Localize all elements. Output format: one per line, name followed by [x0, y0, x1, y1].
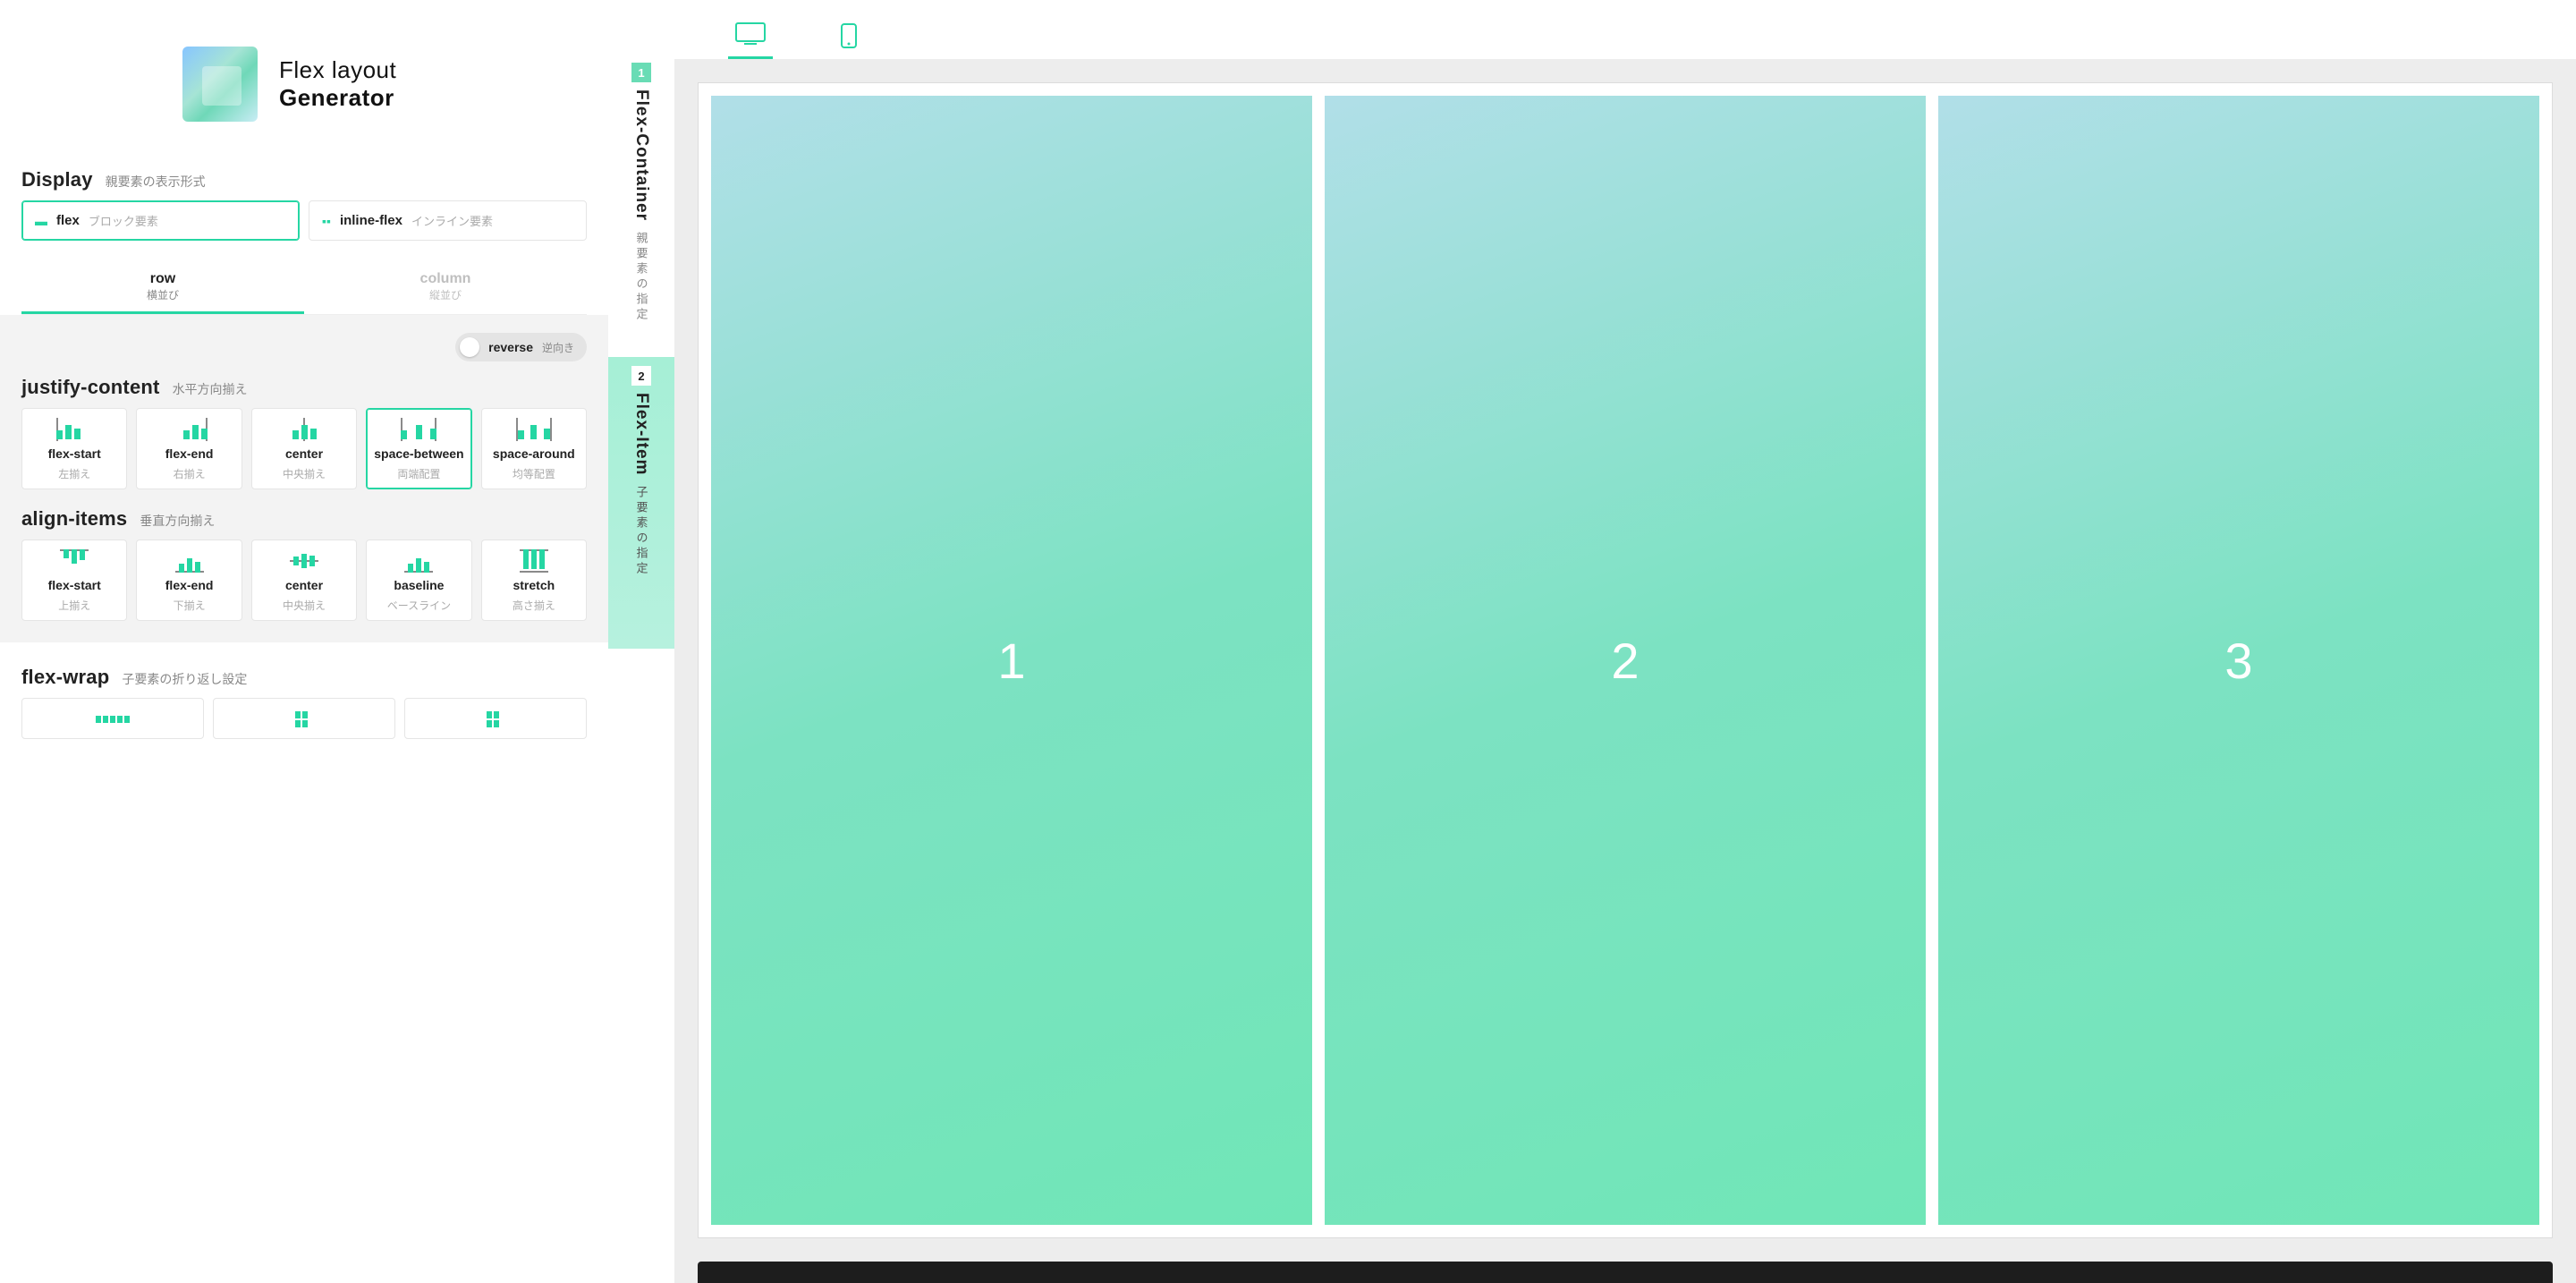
preview-item: 2 — [1325, 96, 1926, 1225]
flex-icon: ▬ — [35, 214, 47, 228]
side-section-sub: 親要素の指定 — [633, 232, 650, 323]
wrap-icon — [487, 711, 504, 727]
option-align-baseline[interactable]: baseline ベースライン — [366, 540, 471, 621]
align-stretch-icon — [516, 549, 552, 573]
section-display-sub: 親要素の表示形式 — [106, 173, 206, 191]
device-tab-mobile[interactable] — [826, 23, 871, 59]
option-wrap-3[interactable] — [404, 698, 587, 739]
device-tab-desktop[interactable] — [728, 22, 773, 59]
app-title-line2: Generator — [279, 84, 396, 112]
align-flex-end-icon — [172, 549, 208, 573]
preview-container: 1 2 3 — [698, 82, 2553, 1238]
option-label: center — [285, 446, 323, 461]
option-label: inline-flex — [340, 213, 402, 228]
wrap-icon — [96, 716, 130, 723]
toggle-knob — [460, 337, 479, 357]
wrap-icon — [295, 711, 313, 727]
section-justify-sub: 水平方向揃え — [173, 380, 248, 398]
option-align-flex-end[interactable]: flex-end 下揃え — [136, 540, 242, 621]
option-justify-space-around[interactable]: space-around 均等配置 — [481, 408, 587, 489]
align-baseline-icon — [401, 549, 436, 573]
side-section-title: Flex-Item — [631, 393, 651, 475]
preview-item: 1 — [711, 96, 1312, 1225]
side-section-flex-item[interactable]: 2 Flex-Item 子要素の指定 — [608, 357, 674, 649]
tab-direction-column[interactable]: column 縦並び — [304, 260, 587, 314]
option-sub: 中央揃え — [283, 466, 326, 481]
section-align-sub: 垂直方向揃え — [140, 512, 215, 530]
option-wrap-2[interactable] — [213, 698, 395, 739]
option-justify-space-between[interactable]: space-between 両端配置 — [366, 408, 471, 489]
section-align-head: align-items 垂直方向揃え — [21, 507, 587, 531]
option-label: stretch — [513, 578, 555, 592]
option-align-stretch[interactable]: stretch 高さ揃え — [481, 540, 587, 621]
desktop-icon — [735, 22, 766, 46]
app-title: Flex layout Generator — [279, 56, 396, 112]
toggle-sub: 逆向き — [542, 340, 574, 355]
app-title-line1: Flex layout — [279, 56, 396, 84]
option-justify-flex-start[interactable]: flex-start 左揃え — [21, 408, 127, 489]
section-wrap-sub: 子要素の折り返し設定 — [122, 670, 247, 688]
justify-space-around-icon — [516, 418, 552, 441]
option-sub: ブロック要素 — [89, 212, 158, 229]
option-align-center[interactable]: center 中央揃え — [251, 540, 357, 621]
side-section-sub: 子要素の指定 — [633, 486, 650, 577]
option-display-flex[interactable]: ▬ flex ブロック要素 — [21, 200, 300, 241]
side-section-badge: 2 — [631, 366, 651, 386]
side-section-badge: 1 — [631, 63, 651, 82]
toggle-reverse[interactable]: reverse 逆向き — [455, 333, 587, 361]
option-sub: ベースライン — [387, 598, 451, 613]
section-display-head: Display 親要素の表示形式 — [21, 168, 587, 191]
option-sub: 中央揃え — [283, 598, 326, 613]
option-sub: 右揃え — [174, 466, 206, 481]
option-label: space-between — [374, 446, 463, 461]
option-label: flex-end — [165, 446, 214, 461]
justify-space-between-icon — [401, 418, 436, 441]
mobile-icon — [841, 23, 857, 48]
tab-sub: 横並び — [21, 287, 304, 302]
tab-sub: 縦並び — [304, 287, 587, 302]
tab-label: column — [304, 271, 587, 287]
side-section-flex-container[interactable]: 1 Flex-Container 親要素の指定 — [608, 54, 674, 348]
option-label: flex — [56, 213, 80, 228]
side-section-title: Flex-Container — [631, 89, 651, 221]
section-wrap-head: flex-wrap 子要素の折り返し設定 — [21, 666, 587, 689]
option-sub: 均等配置 — [513, 466, 555, 481]
option-display-inline-flex[interactable]: ▪▪ inline-flex インライン要素 — [309, 200, 587, 241]
option-label: space-around — [493, 446, 575, 461]
justify-flex-end-icon — [172, 418, 208, 441]
option-justify-center[interactable]: center 中央揃え — [251, 408, 357, 489]
justify-flex-start-icon — [56, 418, 92, 441]
option-sub: 左揃え — [58, 466, 90, 481]
option-sub: 上揃え — [58, 598, 90, 613]
justify-center-icon — [286, 418, 322, 441]
inline-flex-icon: ▪▪ — [322, 214, 331, 228]
app-logo-row: Flex layout Generator — [21, 21, 587, 161]
option-wrap-1[interactable] — [21, 698, 204, 739]
section-display-title: Display — [21, 168, 93, 191]
option-justify-flex-end[interactable]: flex-end 右揃え — [136, 408, 242, 489]
option-align-flex-start[interactable]: flex-start 上揃え — [21, 540, 127, 621]
option-label: flex-end — [165, 578, 214, 592]
tab-label: row — [21, 271, 304, 287]
section-justify-head: justify-content 水平方向揃え — [21, 376, 587, 399]
code-panel[interactable] — [698, 1262, 2553, 1283]
align-center-icon — [286, 549, 322, 573]
toggle-label: reverse — [488, 340, 533, 354]
app-logo-icon — [182, 47, 258, 122]
preview-item: 3 — [1938, 96, 2539, 1225]
tab-direction-row[interactable]: row 横並び — [21, 260, 304, 314]
option-sub: 両端配置 — [397, 466, 440, 481]
align-flex-start-icon — [56, 549, 92, 573]
option-sub: 下揃え — [174, 598, 206, 613]
section-justify-title: justify-content — [21, 376, 160, 399]
section-wrap-title: flex-wrap — [21, 666, 109, 689]
section-align-title: align-items — [21, 507, 127, 531]
option-label: flex-start — [48, 578, 101, 592]
option-sub: 高さ揃え — [513, 598, 555, 613]
option-label: baseline — [394, 578, 444, 592]
option-label: flex-start — [48, 446, 101, 461]
option-sub: インライン要素 — [411, 212, 493, 229]
option-label: center — [285, 578, 323, 592]
